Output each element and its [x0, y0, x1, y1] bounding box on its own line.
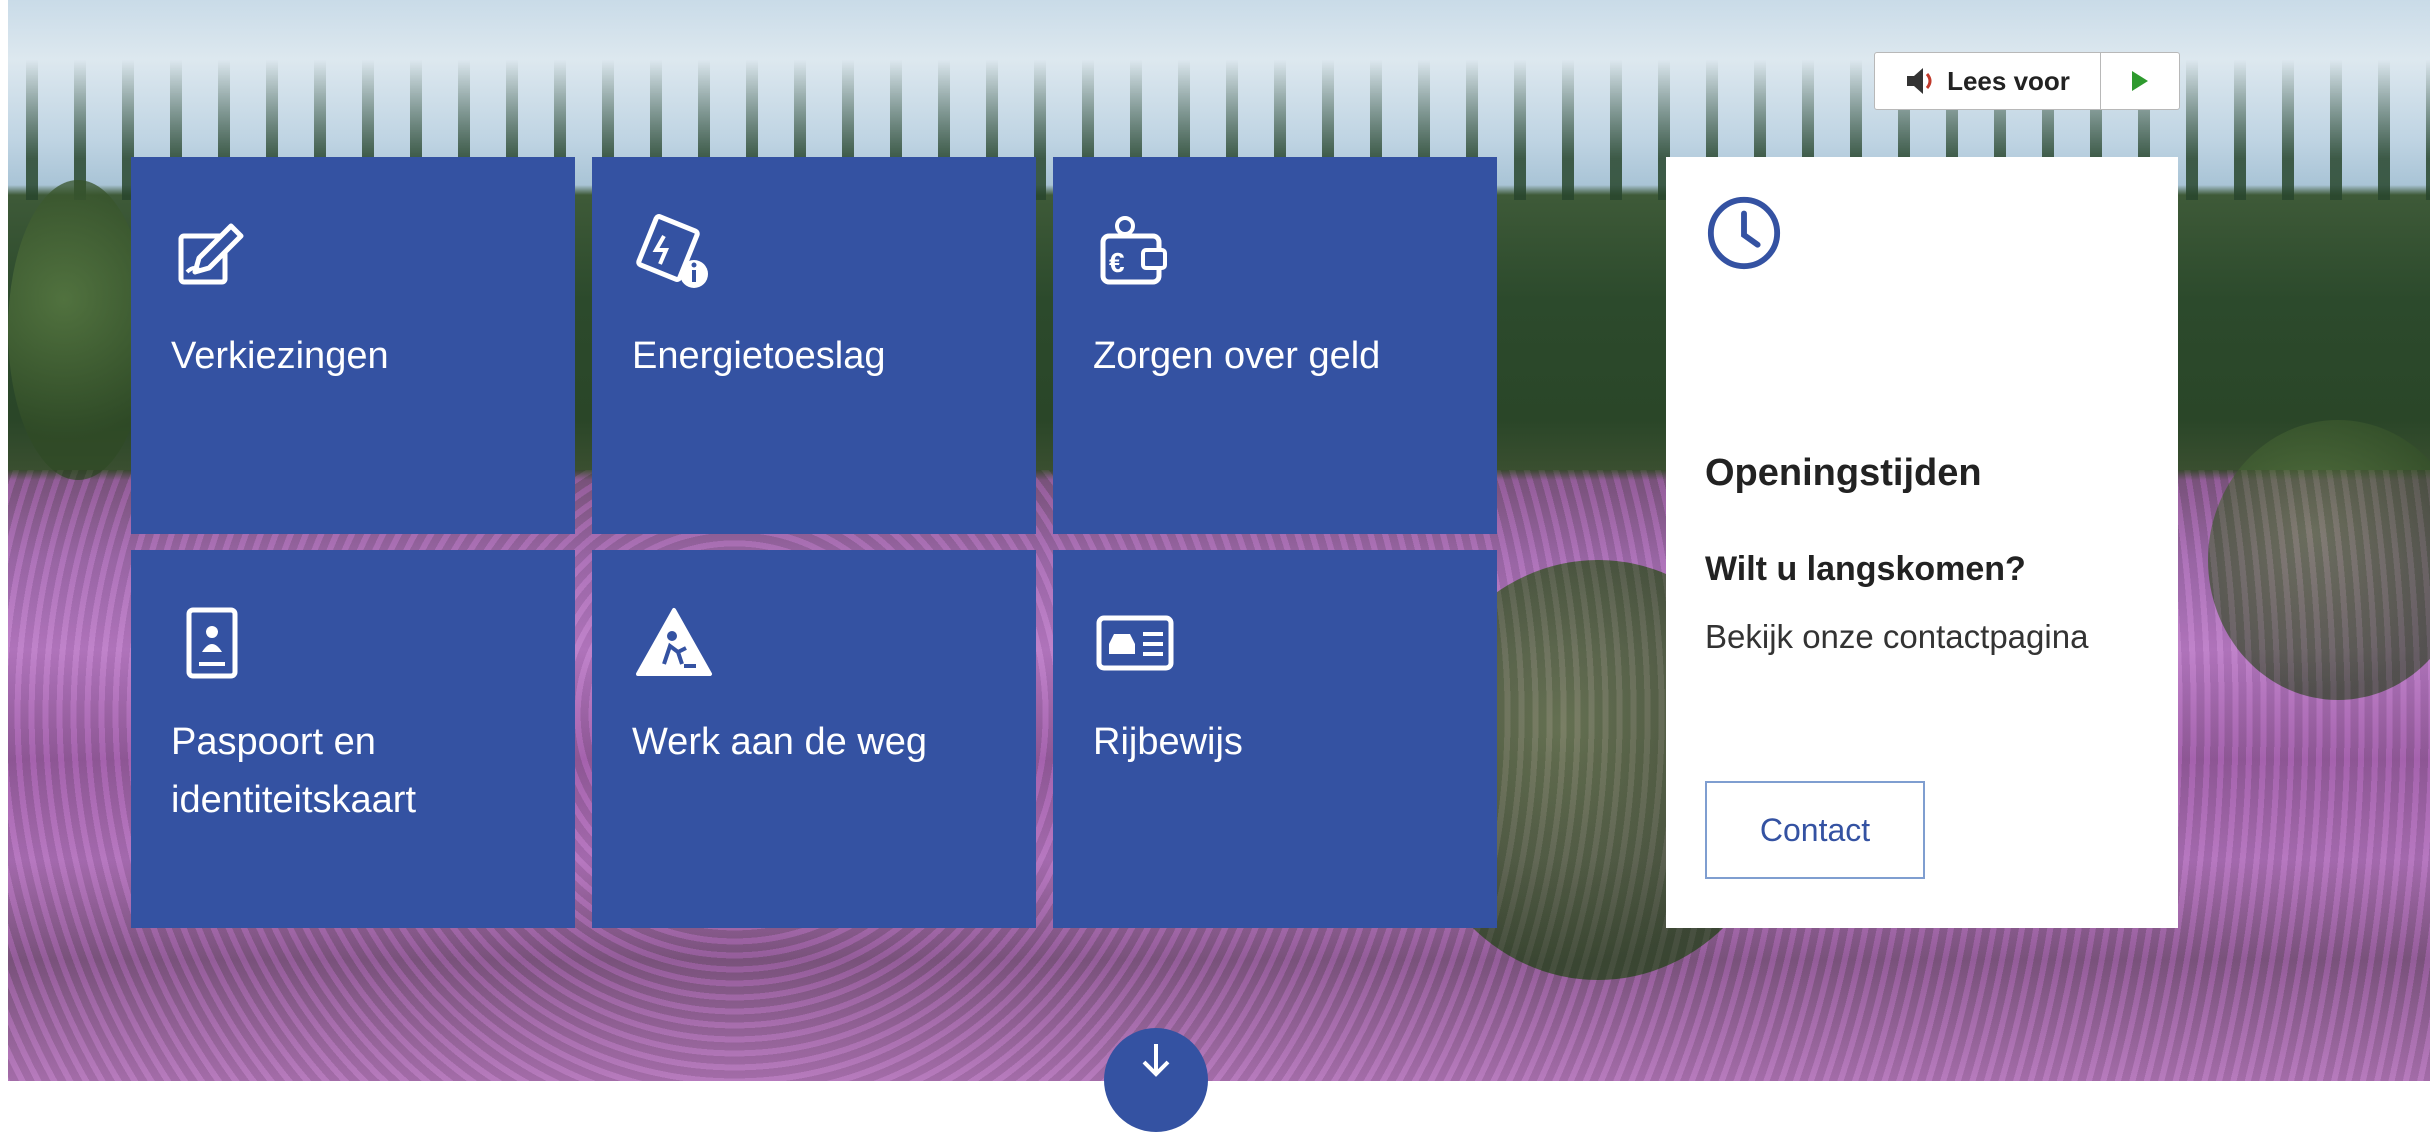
play-icon [2132, 71, 2148, 91]
speaker-icon [1907, 68, 1932, 94]
opening-hours-title: Openingstijden [1705, 452, 1982, 494]
road-works-icon [636, 608, 712, 676]
tile-energietoeslag[interactable]: Energietoeslag [592, 157, 1036, 534]
read-aloud-widget: Lees voor [1874, 52, 2180, 110]
drivers-license-icon [1096, 615, 1174, 671]
tile-label: Paspoort en identiteitskaart [171, 721, 417, 821]
ballot-pen-icon [178, 223, 244, 285]
svg-text:€: € [1109, 247, 1125, 278]
opening-hours-subtitle: Wilt u langskomen? [1705, 550, 2026, 588]
opening-hours-card: Openingstijden Wilt u langskomen? Bekijk… [1666, 157, 2178, 928]
tile-rijbewijs[interactable]: Rijbewijs [1053, 550, 1497, 928]
tile-label: Zorgen over geld [1093, 335, 1381, 377]
read-aloud-button[interactable]: Lees voor [1875, 53, 2100, 109]
scroll-down-button[interactable] [1104, 1028, 1208, 1132]
clock-icon [1707, 196, 1781, 270]
tile-verkiezingen[interactable]: Verkiezingen [131, 157, 575, 534]
tile-paspoort[interactable]: Paspoort en identiteitskaart [131, 550, 575, 928]
passport-icon [186, 607, 238, 679]
read-aloud-label: Lees voor [1947, 65, 2070, 96]
tile-werk-aan-de-weg[interactable]: Werk aan de weg [592, 550, 1036, 928]
tile-label: Energietoeslag [632, 335, 886, 377]
contact-button[interactable]: Contact [1705, 781, 1925, 879]
opening-hours-text: Bekijk onze contactpagina [1705, 618, 2089, 655]
energy-bill-info-icon [636, 214, 708, 288]
play-button[interactable] [2100, 53, 2179, 109]
euro-wallet-icon: € [1100, 216, 1167, 285]
tile-label: Verkiezingen [171, 335, 389, 377]
arrow-down-icon [1142, 1044, 1170, 1077]
tile-label: Rijbewijs [1093, 721, 1243, 763]
tile-label: Werk aan de weg [632, 721, 928, 763]
tile-zorgen-over-geld[interactable]: € Zorgen over geld [1053, 157, 1497, 534]
